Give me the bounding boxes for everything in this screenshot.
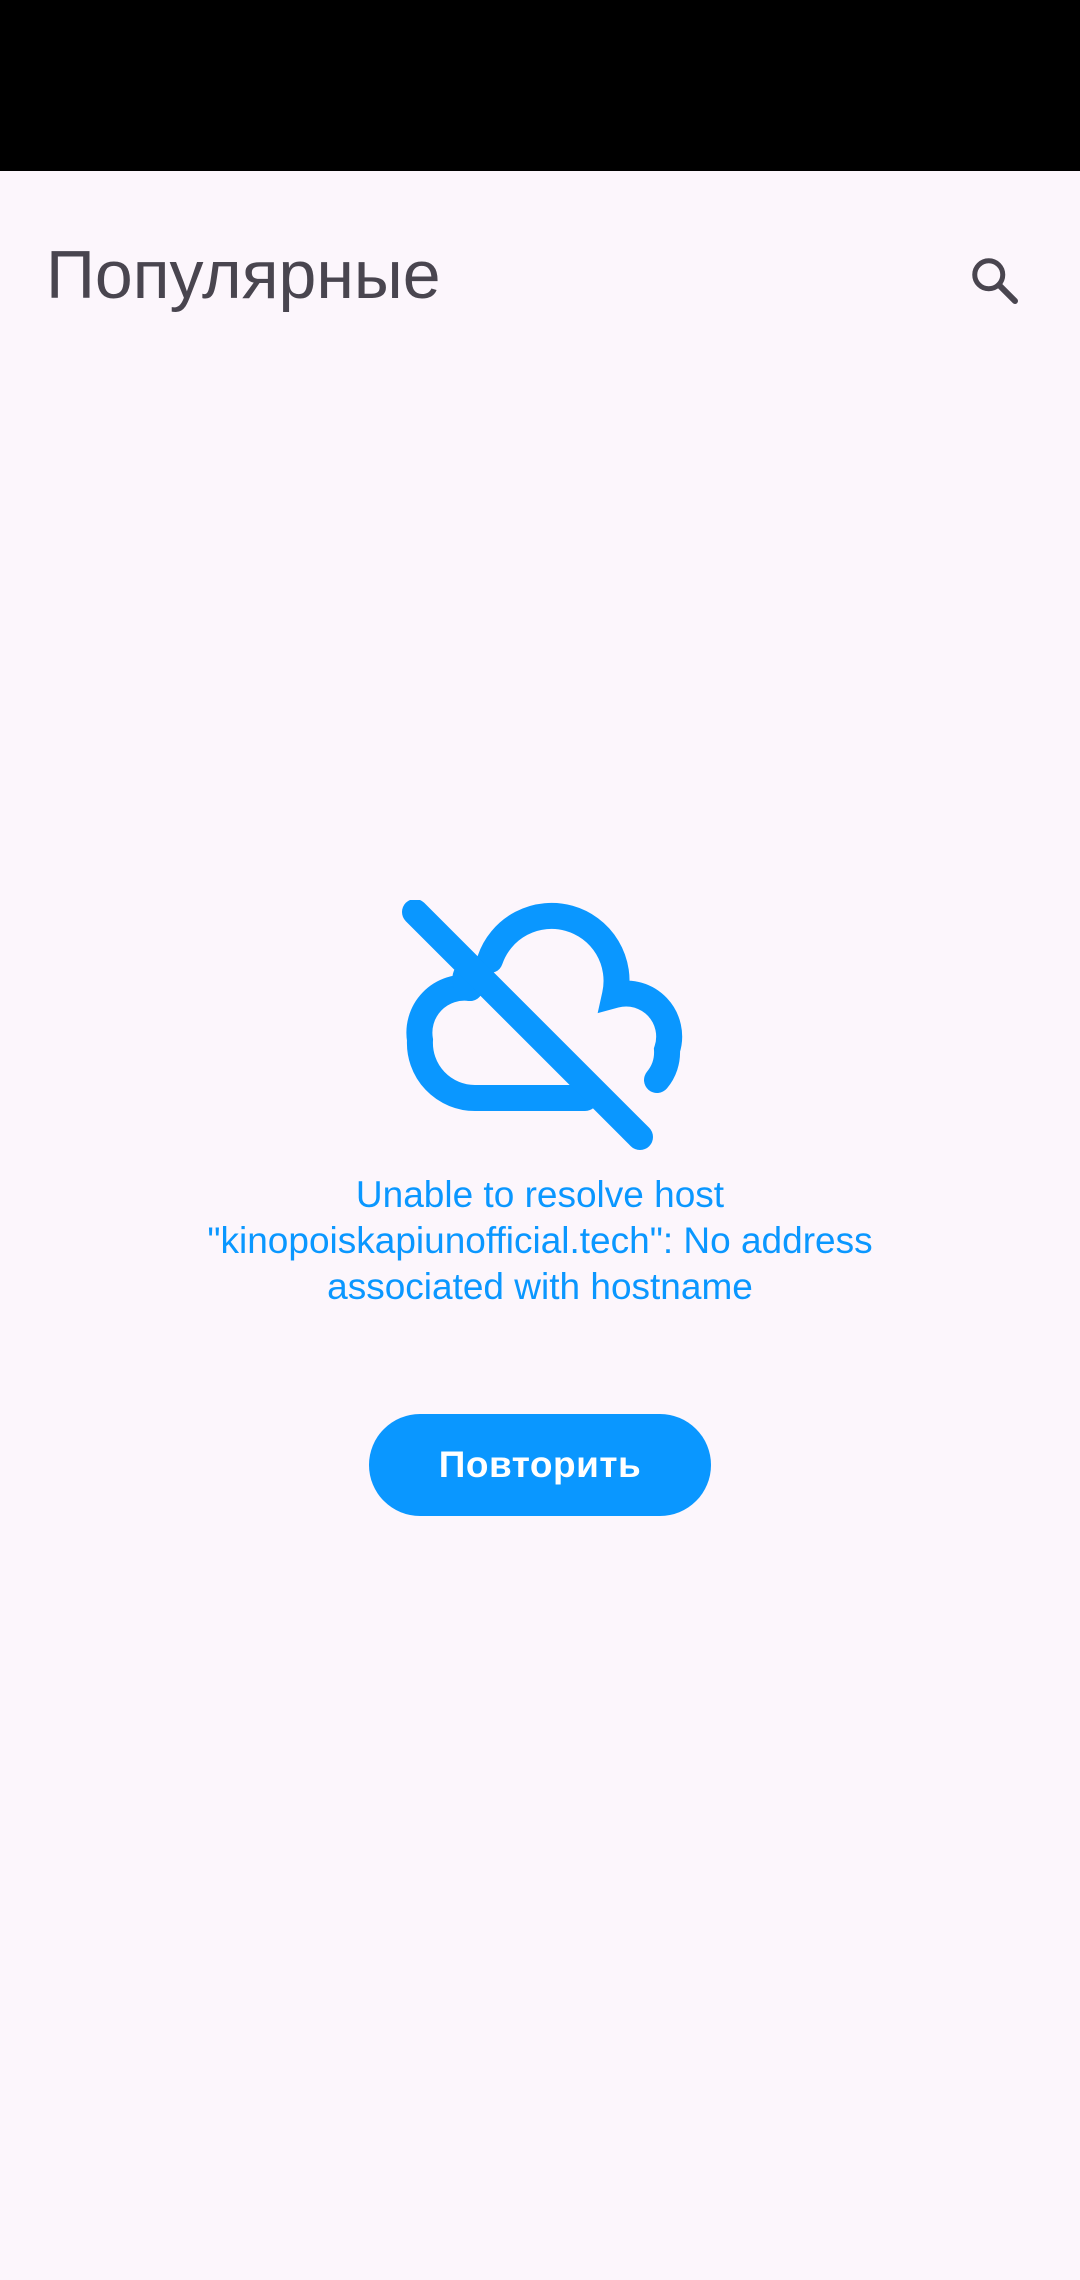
cloud-off-icon	[402, 900, 683, 1150]
retry-button[interactable]: Повторить	[369, 1414, 711, 1516]
page-title: Популярные	[46, 237, 441, 313]
error-message: Unable to resolve host "kinopoiskapiunof…	[207, 1174, 873, 1307]
search-icon	[972, 258, 1018, 304]
top-app-bar: Популярные	[0, 171, 1080, 381]
error-state: Unable to resolve host "kinopoiskapiunof…	[0, 900, 1080, 1516]
search-button[interactable]	[945, 231, 1045, 331]
status-bar	[0, 0, 1080, 171]
